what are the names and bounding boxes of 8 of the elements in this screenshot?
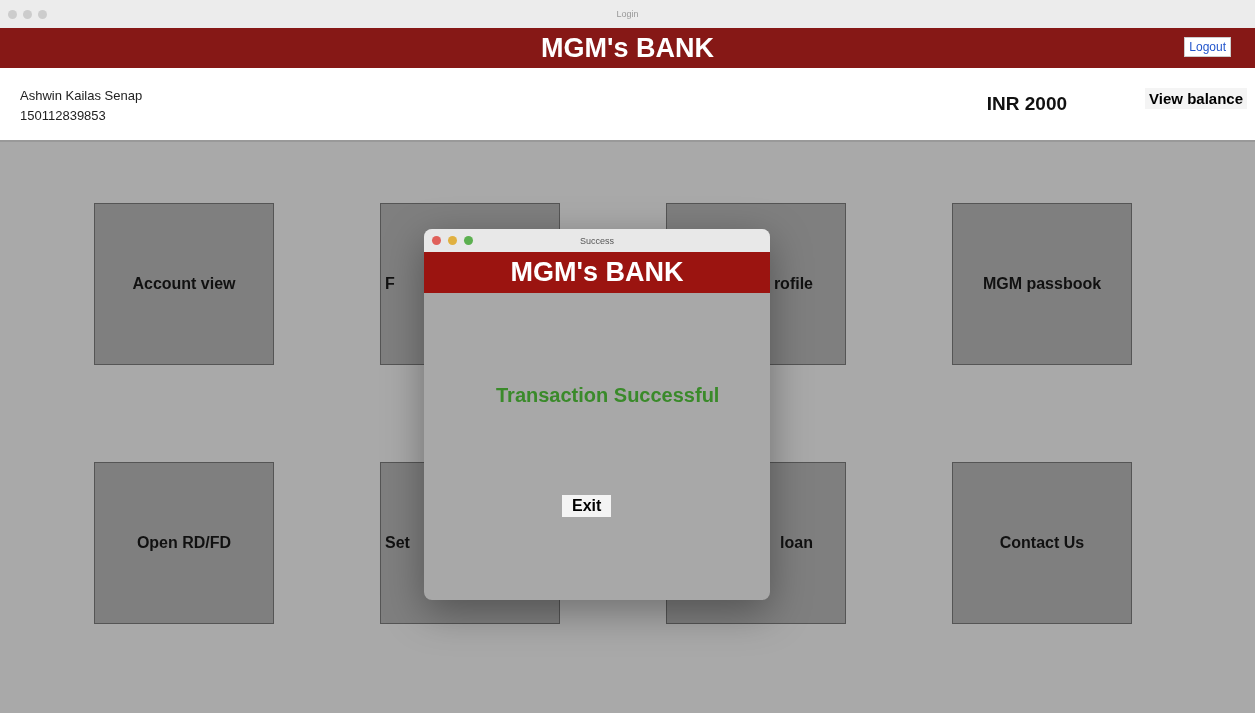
balance-amount: INR 2000 [986,93,1068,115]
dialog-title: Success [580,235,614,246]
account-name: Ashwin Kailas Senap [20,88,144,103]
bank-title: MGM's BANK [510,257,684,288]
window-title: Login [616,9,639,19]
account-number: 150112839853 [20,108,107,123]
bank-title: MGM's BANK [541,32,714,64]
success-message: Transaction Successful [496,384,721,407]
